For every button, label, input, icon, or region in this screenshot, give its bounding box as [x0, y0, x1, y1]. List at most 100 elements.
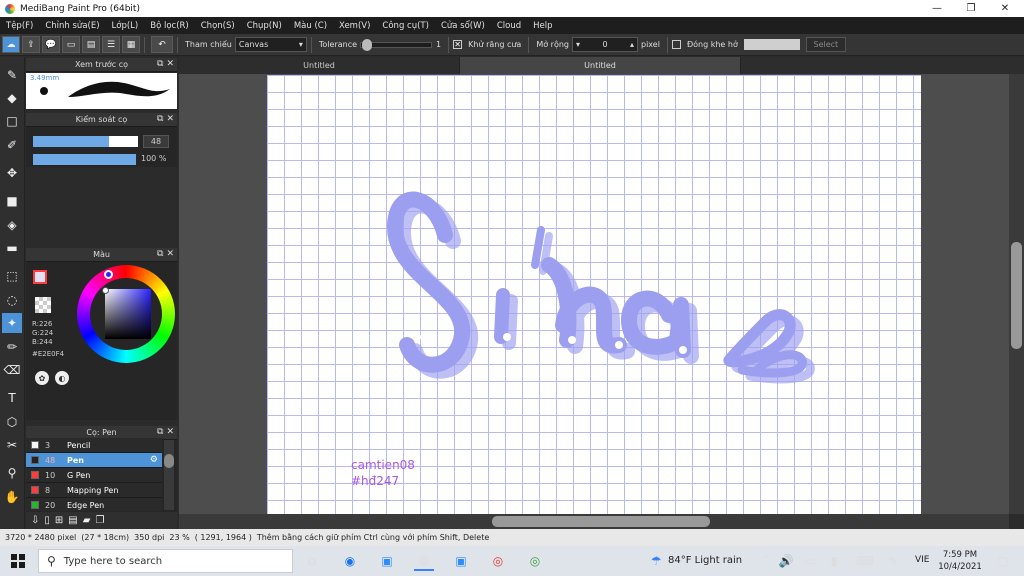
keyboard-icon[interactable]: ⌨	[855, 551, 875, 571]
new-brush-icon[interactable]: ▯	[44, 515, 50, 526]
canvas-workspace[interactable]: camtien08 #hđ247	[179, 74, 1009, 514]
text-tool-icon[interactable]: T	[2, 388, 22, 408]
select-rect-tool-icon[interactable]: ⬚	[2, 266, 22, 286]
close-icon[interactable]: ✕	[166, 114, 174, 124]
drawing-canvas[interactable]: camtien08 #hđ247	[267, 75, 921, 514]
add-brush-icon[interactable]: ⊞	[55, 515, 63, 526]
duplicate-icon[interactable]: ❐	[95, 515, 104, 526]
transparent-swatch[interactable]	[35, 297, 51, 313]
brush-list-item[interactable]: 8 Mapping Pen	[26, 483, 162, 498]
minimize-button[interactable]: —	[920, 0, 954, 17]
float-icon[interactable]: ⧉	[157, 427, 163, 437]
zoom-app-icon-2[interactable]: ▣	[451, 551, 471, 571]
share-icon[interactable]: ⇪	[22, 36, 40, 53]
menu-layer[interactable]: Lớp(L)	[106, 21, 145, 31]
zoom-app-icon[interactable]: ▣	[377, 551, 397, 571]
volume-icon[interactable]: 🔊	[776, 551, 796, 571]
menu-select[interactable]: Chọn(S)	[195, 21, 241, 31]
close-button[interactable]: ✕	[988, 0, 1022, 17]
color-history-icon[interactable]: ◐	[55, 371, 69, 385]
scrollbar-thumb[interactable]	[492, 516, 710, 527]
menu-view[interactable]: Xem(V)	[333, 21, 376, 31]
cloud-download-icon[interactable]: ⇩	[31, 515, 39, 526]
menu-help[interactable]: Help	[527, 21, 558, 31]
brush-list-item[interactable]: 3 Pencil	[26, 438, 162, 453]
brush-list-scrollbar[interactable]	[164, 440, 174, 510]
slider-handle[interactable]	[362, 38, 373, 51]
dot-tool-icon[interactable]: □	[2, 111, 22, 131]
brush-list-item[interactable]: 20 Edge Pen	[26, 498, 162, 511]
brush-tool-icon[interactable]: ✎	[2, 65, 22, 85]
gradient-tool-icon[interactable]: ▬	[2, 238, 22, 258]
antialias-checkbox[interactable]: ✕	[453, 40, 463, 49]
chat-icon[interactable]: ▭	[62, 36, 80, 53]
primary-color-swatch[interactable]	[33, 270, 47, 284]
brush-settings-icon[interactable]: ▤	[68, 515, 77, 526]
network-icon[interactable]: ▭	[800, 551, 820, 571]
folder-icon[interactable]: ▰	[83, 515, 91, 526]
float-icon[interactable]: ⧉	[157, 59, 163, 69]
expand-stepper[interactable]: ▾ 0 ▴	[572, 37, 638, 52]
operation-tool-icon[interactable]: ⬡	[2, 412, 22, 432]
horizontal-scrollbar[interactable]	[179, 514, 1009, 529]
opacity-slider[interactable]	[33, 154, 136, 165]
medibang-app-icon[interactable]: ◍	[414, 551, 434, 571]
chevron-up-icon[interactable]: ˄	[756, 551, 776, 571]
battery-icon[interactable]: ▮	[824, 551, 844, 571]
clock[interactable]: 7:59 PM 10/4/2021	[938, 549, 982, 573]
bucket-tool-icon[interactable]: ◈	[2, 215, 22, 235]
float-icon[interactable]: ⧉	[157, 114, 163, 124]
brush-size-slider[interactable]	[33, 136, 138, 147]
select-button[interactable]: Select	[805, 37, 846, 52]
menu-filter[interactable]: Bộ lọc(R)	[144, 21, 195, 31]
menu-snap[interactable]: Chụp(N)	[241, 21, 288, 31]
close-gap-slider[interactable]	[743, 39, 800, 50]
lasso-tool-icon[interactable]: ◌	[2, 290, 22, 310]
menu-tools[interactable]: Công cụ(T)	[376, 21, 435, 31]
notifications-icon[interactable]: ▢	[993, 551, 1013, 571]
close-icon[interactable]: ✕	[166, 427, 174, 437]
chrome-icon[interactable]: ◎	[488, 551, 508, 571]
hand-tool-icon[interactable]: ✋	[2, 487, 22, 507]
brush-size-value[interactable]: 48	[143, 135, 169, 148]
pen-tool-icon[interactable]: ✐	[2, 135, 22, 155]
close-gap-checkbox[interactable]	[671, 40, 681, 49]
select-pen-tool-icon[interactable]: ✏	[2, 337, 22, 357]
grid-icon[interactable]: ▦	[122, 36, 140, 53]
palette-icon[interactable]: ✿	[35, 371, 49, 385]
saturation-handle[interactable]	[102, 287, 109, 294]
tab-untitled-2[interactable]: Untitled	[460, 57, 741, 74]
fill-rect-tool-icon[interactable]: ■	[2, 191, 22, 211]
close-icon[interactable]: ✕	[166, 59, 174, 69]
undo-icon[interactable]: ↶	[151, 36, 173, 53]
hue-handle[interactable]	[104, 270, 113, 279]
brush-list-item[interactable]: 48 Pen ⚙	[26, 453, 162, 468]
menu-cloud[interactable]: Cloud	[491, 21, 527, 31]
comment-icon[interactable]: 💬	[42, 36, 60, 53]
eyedropper-tool-icon[interactable]: ⚲	[2, 463, 22, 483]
saturation-square[interactable]	[105, 289, 151, 339]
chrome-icon-2[interactable]: ◎	[525, 551, 545, 571]
edge-browser-icon[interactable]: ◉	[340, 551, 360, 571]
vertical-scrollbar[interactable]	[1009, 74, 1024, 514]
select-eraser-tool-icon[interactable]: ⌫	[2, 360, 22, 380]
magic-wand-tool-icon[interactable]: ✦	[2, 313, 22, 333]
gear-icon[interactable]: ⚙	[150, 455, 158, 465]
reference-select[interactable]: Canvas ▾	[234, 37, 307, 52]
cloud-icon[interactable]: ☁	[2, 36, 20, 53]
float-icon[interactable]: ⧉	[157, 249, 163, 259]
tolerance-slider[interactable]	[360, 38, 433, 51]
pen-input-icon[interactable]: ✎	[883, 551, 903, 571]
windows-start-icon[interactable]	[8, 551, 28, 571]
task-view-icon[interactable]: ⧉	[302, 551, 322, 571]
menu-file[interactable]: Tệp(F)	[0, 21, 39, 31]
menu-edit[interactable]: Chỉnh sửa(E)	[39, 21, 105, 31]
list-icon[interactable]: ☰	[102, 36, 120, 53]
scrollbar-thumb[interactable]	[1011, 242, 1022, 349]
tab-untitled-1[interactable]: Untitled	[179, 57, 460, 74]
menu-window[interactable]: Cửa sổ(W)	[435, 21, 491, 31]
eraser-tool-icon[interactable]: ◆	[2, 88, 22, 108]
weather-text[interactable]: 84°F Light rain	[668, 555, 742, 566]
divide-tool-icon[interactable]: ✂	[2, 435, 22, 455]
move-tool-icon[interactable]: ✥	[2, 163, 22, 183]
